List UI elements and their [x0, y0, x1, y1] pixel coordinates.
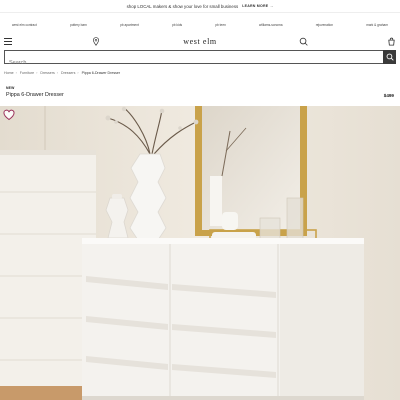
cart-icon[interactable] [387, 37, 396, 46]
west-elm-logo[interactable]: west elm [0, 37, 400, 46]
search-button[interactable] [383, 50, 396, 64]
promo-bar: shop LOCAL makers & show your love for s… [0, 0, 400, 13]
breadcrumb-current: Pippa 6-Drawer Dresser [81, 71, 121, 75]
user-icon[interactable] [299, 37, 308, 46]
product-title: Pippa 6-Drawer Dresser [6, 92, 64, 98]
breadcrumb-furniture[interactable]: Furniture [20, 71, 34, 75]
product-price: $499 [383, 93, 394, 98]
breadcrumb-dressers-sub[interactable]: Dressers [61, 71, 75, 75]
learn-more-link[interactable]: LEARN MORE → [242, 4, 273, 8]
breadcrumb-home[interactable]: Home [4, 71, 14, 75]
tall-vase [129, 153, 167, 241]
search-input[interactable] [5, 57, 375, 69]
pippa-dresser [82, 238, 364, 400]
dresser-scene [0, 106, 400, 400]
nav-link-pottery-barn[interactable]: pottery barn [70, 23, 87, 33]
nav-link-williams-sonoma[interactable]: williams-sonoma [259, 23, 283, 33]
search-icon [386, 53, 394, 61]
nav-link-pb-apartment[interactable]: pb apartment [120, 23, 139, 33]
promo-message: shop LOCAL makers & show your love for s… [126, 3, 239, 9]
breadcrumb: Home › Furniture › Dressers › Dressers › Pip… [4, 71, 121, 75]
nav-link-pb-teen[interactable]: pb teen [215, 23, 226, 33]
nav-link-west-elm-contract[interactable]: west elm contract [12, 23, 37, 33]
nav-link-rejuvenation[interactable]: rejuvenation [316, 23, 333, 33]
nav-link-mark-graham[interactable]: mark & graham [366, 23, 388, 33]
search-bar [4, 50, 396, 69]
product-hero-image[interactable] [0, 106, 400, 400]
heart-icon[interactable] [3, 109, 15, 121]
new-badge: NEW [6, 86, 15, 90]
brand-nav: west elm contract pottery barn pb apartm… [0, 23, 400, 33]
site-header: west elm [0, 33, 400, 51]
nav-link-pb-kids[interactable]: pb kids [172, 23, 182, 33]
breadcrumb-dressers[interactable]: Dressers [40, 71, 54, 75]
